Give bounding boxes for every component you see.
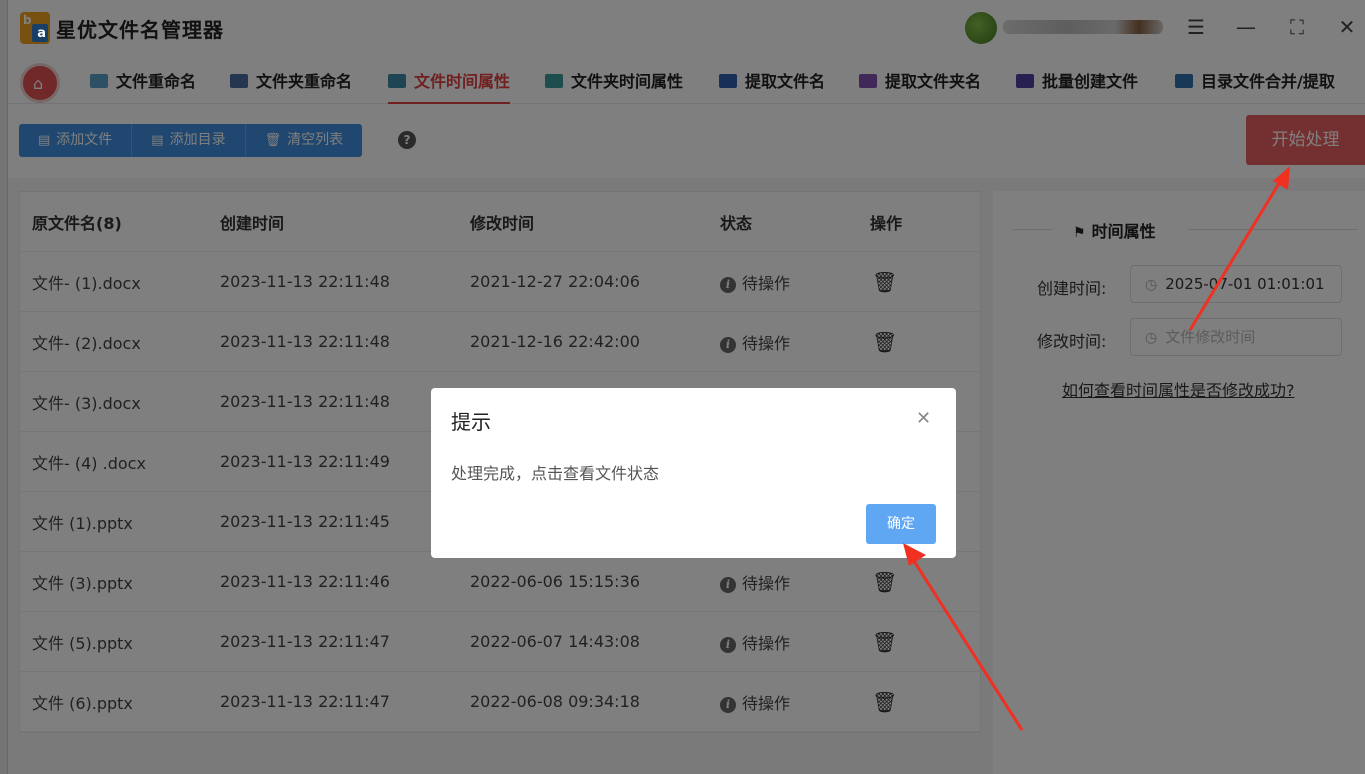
- message-dialog: 提示 ✕ 处理完成，点击查看文件状态 确定: [431, 388, 956, 558]
- close-icon[interactable]: ✕: [916, 408, 931, 429]
- dialog-message: 处理完成，点击查看文件状态: [451, 464, 660, 483]
- dialog-title: 提示: [451, 410, 491, 434]
- modal-overlay: [0, 0, 1365, 774]
- confirm-button[interactable]: 确定: [866, 504, 936, 544]
